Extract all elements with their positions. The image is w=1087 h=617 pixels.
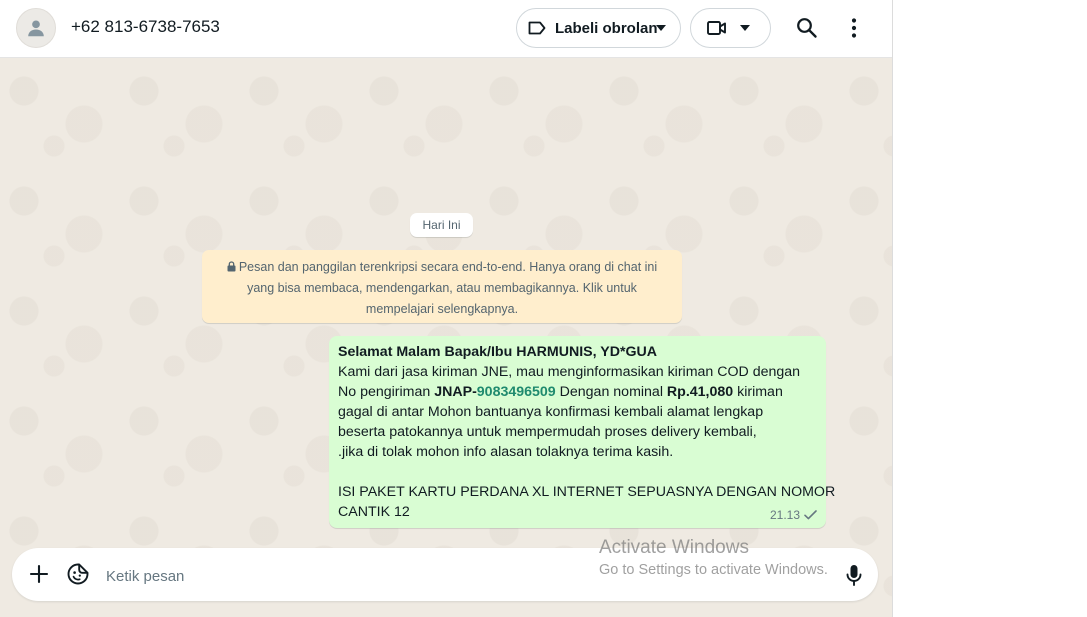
microphone-icon bbox=[846, 565, 862, 586]
person-icon bbox=[28, 20, 44, 37]
message-line-2-prefix: No pengiriman bbox=[338, 384, 435, 400]
message-line-6: ISI PAKET KARTU PERDANA XL INTERNET SEPU… bbox=[338, 484, 836, 500]
message-line-5: .jika di tolak mohon info alasan tolakny… bbox=[338, 444, 674, 460]
message-meta: 21.13 bbox=[770, 505, 817, 525]
message-input[interactable] bbox=[104, 561, 828, 591]
message-title: Selamat Malam Bapak/Ibu HARMUNIS, YD*GUA bbox=[338, 344, 658, 360]
message-line-2-middle: Dengan nominal bbox=[555, 384, 667, 400]
message-line-3: gagal di antar Mohon bantuanya konfirmas… bbox=[338, 404, 764, 420]
tracking-number-link[interactable]: 9083496509 bbox=[477, 384, 556, 400]
chevron-down-icon bbox=[740, 25, 750, 31]
contact-name[interactable]: +62 813-6738-7653 bbox=[71, 17, 220, 37]
search-icon bbox=[797, 18, 817, 38]
message-line-1: Kami dari jasa kiriman JNE, mau menginfo… bbox=[338, 364, 801, 380]
chevron-down-icon bbox=[656, 25, 666, 31]
encryption-notice-text-2: yang bisa membaca, mendengarkan, atau me… bbox=[247, 281, 637, 295]
lock-icon bbox=[227, 261, 236, 272]
encryption-notice-line: Pesan dan panggilan terenkripsi secara e… bbox=[218, 257, 666, 278]
more-options-button[interactable] bbox=[846, 16, 862, 40]
message-composer bbox=[12, 548, 878, 601]
label-icon bbox=[528, 21, 546, 35]
label-chat-button[interactable]: Labeli obrolan bbox=[516, 8, 681, 48]
attach-button[interactable] bbox=[29, 564, 49, 584]
chat-header: +62 813-6738-7653 Labeli obrolan bbox=[0, 0, 892, 58]
video-camera-icon bbox=[707, 21, 726, 35]
voice-message-button[interactable] bbox=[845, 563, 863, 587]
message-line-2: No pengiriman JNAP-9083496509 Dengan nom… bbox=[338, 382, 817, 402]
sticker-icon bbox=[67, 563, 89, 585]
chat-window: +62 813-6738-7653 Labeli obrolan Hari In… bbox=[0, 0, 893, 617]
plus-icon bbox=[29, 564, 49, 584]
encryption-notice-text-1: Pesan dan panggilan terenkripsi secara e… bbox=[238, 260, 658, 274]
message-line-7: CANTIK 12 bbox=[338, 504, 410, 520]
encryption-notice[interactable]: Pesan dan panggilan terenkripsi secara e… bbox=[202, 250, 682, 323]
sticker-button[interactable] bbox=[67, 563, 89, 585]
avatar[interactable] bbox=[16, 8, 56, 48]
date-divider: Hari Ini bbox=[410, 213, 473, 237]
message-time: 21.13 bbox=[769, 508, 800, 522]
outgoing-message[interactable]: Selamat Malam Bapak/Ibu HARMUNIS, YD*GUA… bbox=[329, 336, 836, 528]
message-line-4: beserta patokannya untuk mempermudah pro… bbox=[338, 424, 757, 440]
amount: Rp.41,080 bbox=[666, 384, 734, 400]
search-button[interactable] bbox=[795, 16, 819, 40]
encryption-notice-text-3: mempelajari selengkapnya. bbox=[365, 302, 519, 316]
message-line-2-suffix: kiriman bbox=[733, 384, 783, 400]
label-chat-button-text: Labeli obrolan bbox=[555, 19, 658, 37]
tracking-prefix: JNAP- bbox=[434, 384, 477, 400]
more-vertical-icon bbox=[851, 18, 857, 38]
single-check-icon bbox=[804, 510, 817, 520]
video-call-button[interactable] bbox=[690, 8, 771, 48]
